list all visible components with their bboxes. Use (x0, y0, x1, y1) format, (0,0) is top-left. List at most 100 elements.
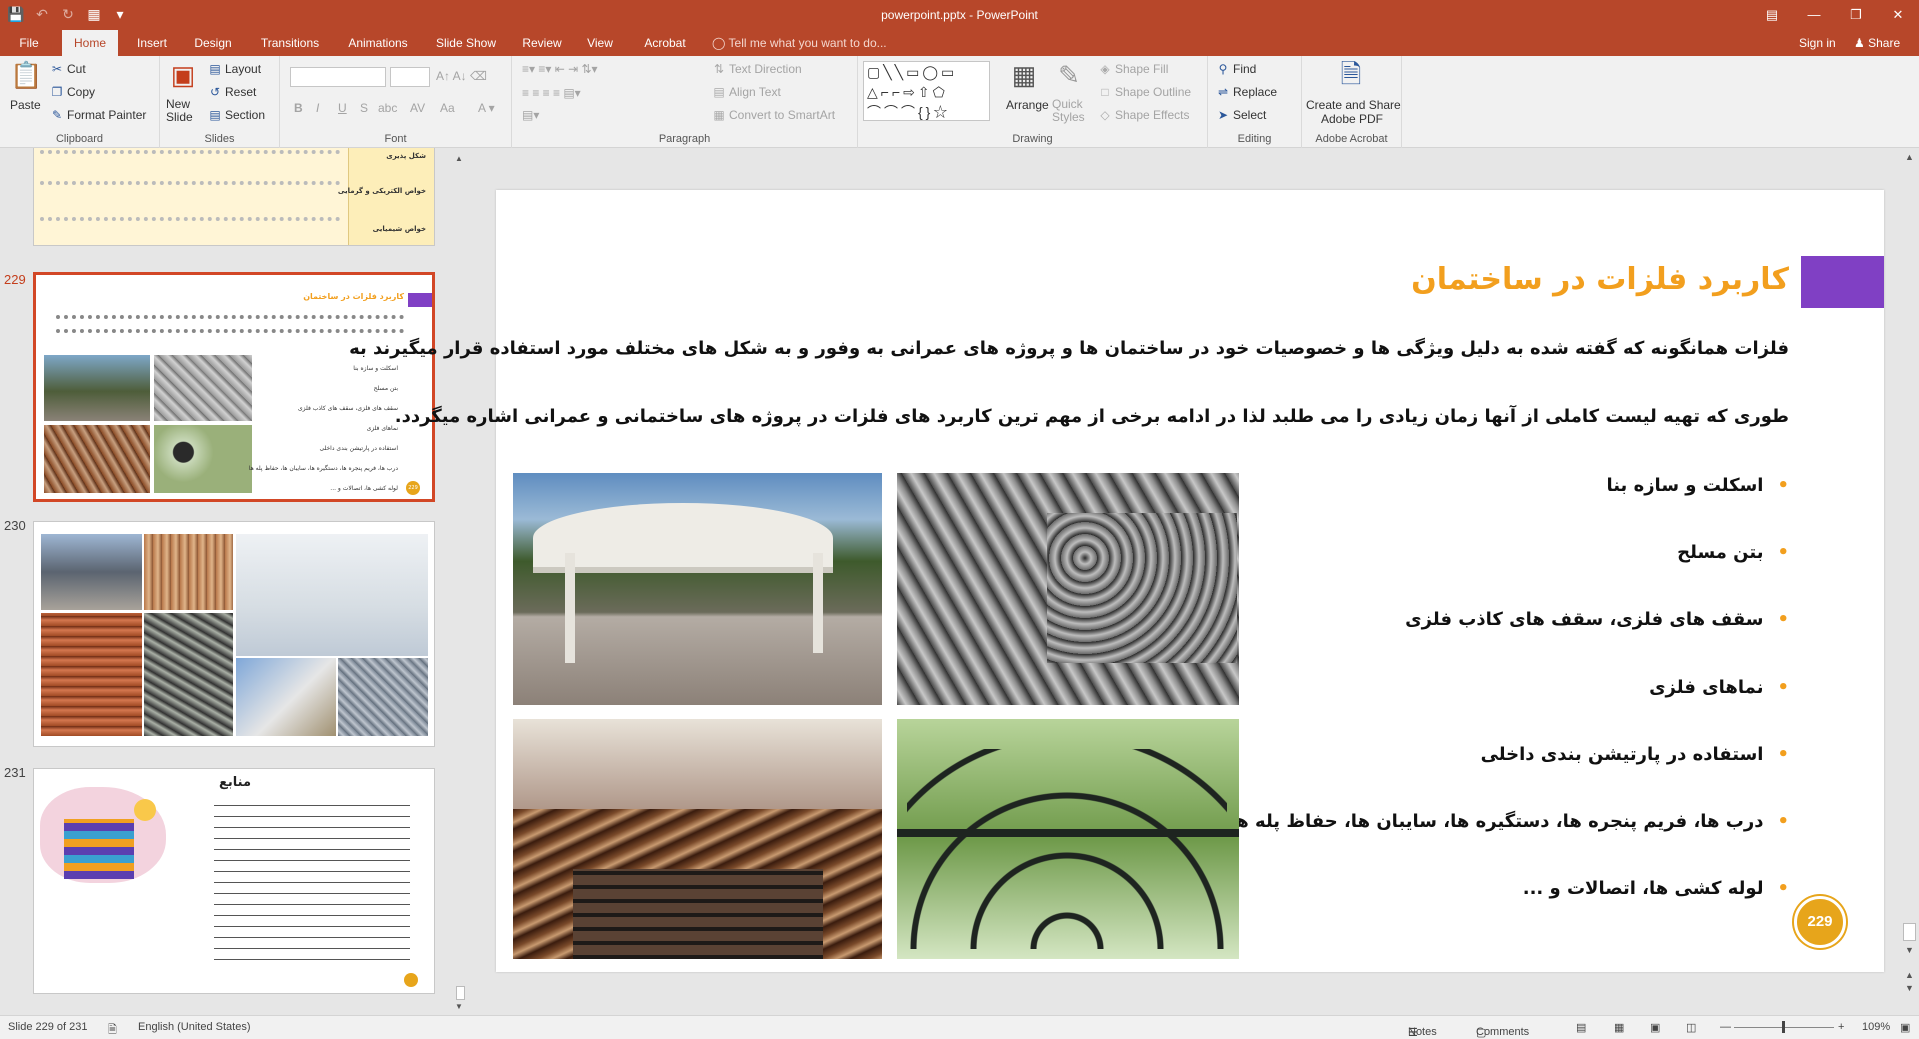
adobe-pdf-label: Adobe PDF (1320, 112, 1384, 126)
text-direction-button[interactable]: ⇅ Text Direction (712, 62, 802, 76)
tab-transitions[interactable]: Transitions (250, 30, 330, 56)
select-button[interactable]: ➤ Select (1216, 108, 1266, 122)
bullet-item[interactable]: •بتن مسلح (1677, 542, 1789, 563)
character-spacing-button[interactable]: AV (410, 101, 425, 115)
tab-slide-show[interactable]: Slide Show (426, 30, 506, 56)
paste-button[interactable]: Paste (10, 98, 41, 112)
carport-canopy-image[interactable] (513, 473, 882, 705)
thumbnail-229[interactable]: کاربرد فلزات در ساختمان اسکلت و سازه بنا… (33, 272, 435, 502)
format-painter-button[interactable]: ✎ Format Painter (50, 108, 146, 122)
thumbnail-scrollbar[interactable]: ▲ ▼ (453, 148, 468, 1015)
slide-title[interactable]: کاربرد فلزات در ساختمان (1411, 262, 1789, 297)
section-button[interactable]: ▤ Section (208, 108, 265, 122)
font-size-combo[interactable] (390, 67, 430, 87)
fit-slide-icon[interactable]: ▣ (1900, 1021, 1910, 1034)
replace-icon: ⇌ (1217, 85, 1229, 99)
font-name-combo[interactable] (290, 67, 386, 87)
clipboard-group: 📋 Paste ✂ Cut ❐ Copy ✎ Format Painter Clipb… (0, 56, 160, 148)
scroll-up-icon[interactable]: ▲ (1905, 152, 1914, 162)
tab-design[interactable]: Design (186, 30, 240, 56)
previous-slide-icon[interactable]: ▲ (1905, 970, 1914, 980)
thumbnail-230[interactable] (33, 521, 435, 747)
zoom-level[interactable]: 109% (1862, 1021, 1890, 1033)
slide-sorter-icon[interactable]: ▦ (1614, 1021, 1624, 1034)
zoom-slider-thumb[interactable] (1782, 1021, 1785, 1033)
bullet-item[interactable]: •نماهای فلزی (1649, 677, 1789, 698)
drawing-group: ▢╲╲▭◯▭ △⌐⌐⇨⇧⬠ ⌒⌒⌒{}☆ ▦ Arrange ✎ Quick Sty… (858, 56, 1208, 148)
thumbnail-228-partial[interactable]: شکل پذیری خواص الکتریکی و گرمایی خواص شی… (33, 148, 435, 246)
tab-review[interactable]: Review (516, 30, 568, 56)
bullet-item[interactable]: •سقف های فلزی، سقف های کاذب فلزی (1405, 609, 1789, 630)
create-share-button[interactable]: Create and Share (1306, 98, 1401, 112)
slide-paragraph-line-2[interactable]: طوری که تهیه لیست کاملی از آنها زمان زیا… (395, 406, 1789, 427)
shape-fill-button[interactable]: ◈ Shape Fill (1098, 62, 1168, 76)
italic-button[interactable]: I (316, 101, 319, 115)
metal-stair-railing-image[interactable] (513, 719, 882, 959)
scroll-up-icon[interactable]: ▲ (455, 154, 463, 163)
scroll-down-icon[interactable]: ▼ (455, 1002, 463, 1011)
underline-button[interactable]: U (338, 101, 347, 115)
language-indicator[interactable]: English (United States) (138, 1021, 251, 1033)
tell-me-search[interactable]: ◯ Tell me what you want to do... (712, 30, 887, 56)
tab-animations[interactable]: Animations (340, 30, 416, 56)
tab-acrobat[interactable]: Acrobat (632, 30, 698, 56)
bullet-item[interactable]: •درب ها، فریم پنجره ها، دستگیره ها، سایب… (1230, 811, 1789, 832)
bullet-item[interactable]: •استفاده در پارتیشن بندی داخلی (1481, 744, 1789, 765)
align-icons[interactable]: ≡ ≡ ≡ ≡ ▤▾ (522, 86, 581, 100)
font-group: A↑ A↓ ⌫ B I U S abc AV Aa A ▾ Font (280, 56, 512, 148)
reading-view-icon[interactable]: ▣ (1650, 1021, 1660, 1034)
share-button[interactable]: ♟ Share (1854, 30, 1900, 56)
layout-button[interactable]: ▤ Layout (208, 62, 261, 76)
replace-button[interactable]: ⇌ Replace (1216, 85, 1277, 99)
columns-icon[interactable]: ▤▾ (522, 108, 539, 122)
convert-smartart-button[interactable]: ▦ Convert to SmartArt (712, 108, 835, 122)
steel-bars-image[interactable] (897, 473, 1239, 705)
create-pdf-icon: 🗎 (1340, 59, 1362, 89)
tab-home[interactable]: Home (62, 30, 118, 56)
new-slide-button[interactable]: New Slide (166, 98, 206, 124)
bullet-item[interactable]: •اسکلت و سازه بنا (1606, 475, 1789, 496)
quick-styles-button[interactable]: Quick Styles (1052, 98, 1092, 124)
strikethrough-button[interactable]: S (360, 101, 368, 115)
minimize-icon[interactable]: — (1793, 0, 1835, 30)
bold-button[interactable]: B (294, 101, 303, 115)
shape-outline-button[interactable]: □ Shape Outline (1098, 85, 1191, 99)
zoom-in-icon[interactable]: + (1838, 1021, 1844, 1033)
shadow-button[interactable]: abc (378, 101, 397, 115)
normal-view-icon[interactable]: ▤ (1576, 1021, 1586, 1034)
slide-canvas[interactable]: کاربرد فلزات در ساختمان فلزات همانگونه ک… (349, 190, 1884, 972)
next-slide-icon[interactable]: ▼ (1905, 983, 1914, 993)
slides-label: Slides (204, 133, 235, 145)
scroll-down-icon[interactable]: ▼ (1905, 945, 1914, 955)
change-case-button[interactable]: Aa (440, 101, 455, 115)
arrange-button[interactable]: Arrange (1006, 98, 1049, 112)
align-text-button[interactable]: ▤ Align Text (712, 85, 780, 99)
tab-file[interactable]: File (6, 30, 52, 56)
tab-insert[interactable]: Insert (128, 30, 176, 56)
spellcheck-icon[interactable]: 🗎 (108, 1021, 117, 1039)
shapes-gallery[interactable]: ▢╲╲▭◯▭ △⌐⌐⇨⇧⬠ ⌒⌒⌒{}☆ (863, 61, 990, 121)
find-button[interactable]: ⚲ Find (1216, 62, 1257, 76)
scroll-thumb[interactable] (1903, 923, 1916, 941)
bullets-icon[interactable]: ≡▾ ≡▾ ⇤ ⇥ ⇅▾ (522, 62, 598, 76)
copy-button[interactable]: ❐ Copy (50, 85, 95, 99)
cut-button[interactable]: ✂ Cut (50, 62, 86, 76)
close-icon[interactable]: ✕ (1877, 0, 1919, 30)
sign-in-link[interactable]: Sign in (1799, 30, 1836, 56)
zoom-out-icon[interactable]: — (1720, 1021, 1731, 1033)
bullet-item[interactable]: •لوله کشی ها، اتصالات و ... (1523, 878, 1789, 899)
slide-paragraph-line-1[interactable]: فلزات همانگونه که گفته شده به دلیل ویژگی… (349, 338, 1789, 359)
thumbnail-231[interactable]: منابع (33, 768, 435, 994)
scroll-thumb[interactable] (456, 986, 465, 1000)
restore-icon[interactable]: ❐ (1835, 0, 1877, 30)
grow-font-icon[interactable]: A↑ A↓ ⌫ (436, 69, 487, 83)
shape-effects-button[interactable]: ◇ Shape Effects (1098, 108, 1189, 122)
ribbon-display-icon[interactable]: ▤ (1751, 0, 1793, 30)
reset-button[interactable]: ↺ Reset (208, 85, 256, 99)
slideshow-view-icon[interactable]: ◫ (1686, 1021, 1696, 1034)
font-color-icon[interactable]: A ▾ (478, 101, 495, 115)
paragraph-group: ≡▾ ≡▾ ⇤ ⇥ ⇅▾ ≡ ≡ ≡ ≡ ▤▾ ▤▾ ⇅ Text Directi… (512, 56, 858, 148)
tab-view[interactable]: View (578, 30, 622, 56)
slide-scrollbar[interactable]: ▲ ▼ ▲ ▼ (1900, 148, 1919, 1015)
wrought-iron-fence-image[interactable] (897, 719, 1239, 959)
